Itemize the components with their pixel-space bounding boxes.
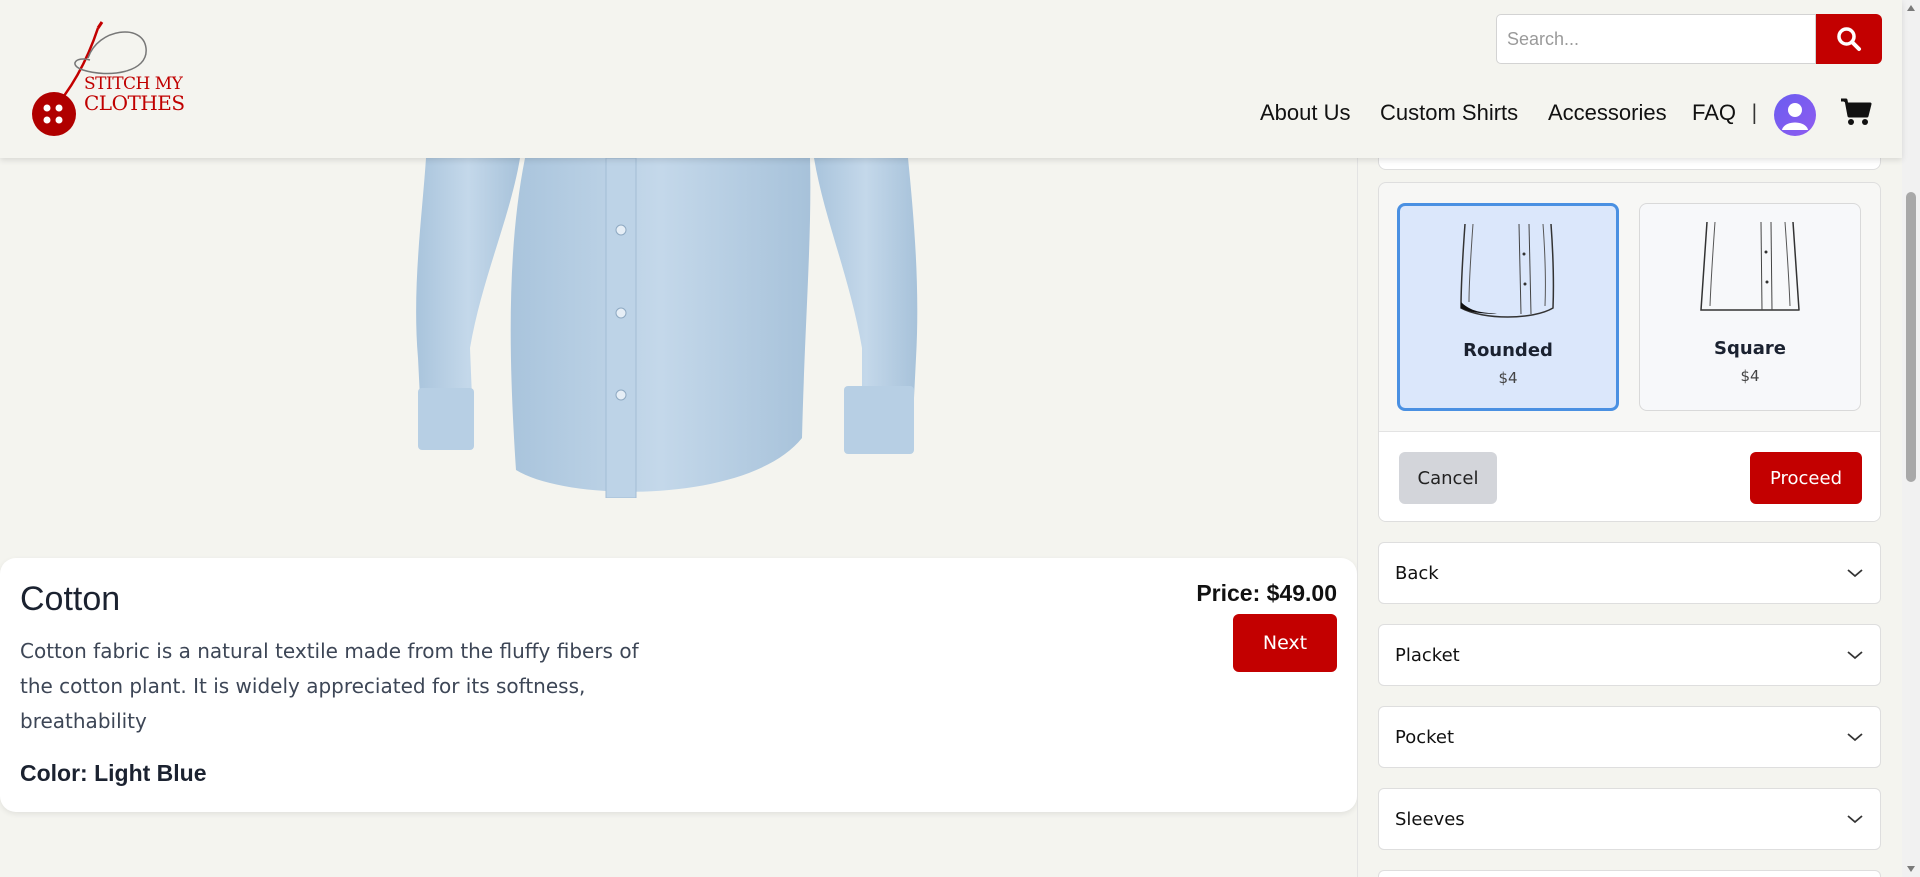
nav-custom-shirts[interactable]: Custom Shirts [1380,100,1518,126]
option-actions: Cancel Proceed [1379,431,1880,521]
accordion-label: Sleeves [1395,808,1465,830]
chevron-down-icon [1847,733,1863,742]
option-label: Rounded [1463,340,1553,361]
option-price: $4 [1498,369,1518,387]
search-input[interactable] [1496,14,1816,64]
square-hem-icon [1700,221,1800,311]
product-title: Cotton [20,580,121,618]
nav-separator: | [1751,100,1758,124]
option-price: $4 [1740,367,1760,385]
scroll-up-arrow-icon[interactable] [1907,5,1915,11]
chevron-down-icon [1847,569,1863,578]
nav-accessories[interactable]: Accessories [1548,100,1667,126]
accordion-label: Pocket [1395,726,1455,748]
accordion-pocket[interactable]: Pocket [1378,706,1881,768]
accordion-back[interactable]: Back [1378,542,1881,604]
product-price: Price: $49.00 [1196,580,1337,606]
cancel-button[interactable]: Cancel [1399,452,1497,504]
accordion-placket[interactable]: Placket [1378,624,1881,686]
product-description: Cotton fabric is a natural textile made … [20,639,639,733]
cart-icon [1841,98,1872,125]
scrollbar-thumb[interactable] [1906,192,1916,482]
scroll-down-arrow-icon[interactable] [1907,866,1915,872]
accordion-next-partial[interactable] [1378,870,1881,877]
page-scrollbar[interactable] [1902,0,1920,877]
product-card: Cotton Cotton fabric is a natural textil… [0,558,1357,812]
accordion-label: Placket [1395,644,1460,666]
shirt-preview-image [400,157,940,499]
option-square[interactable]: Square $4 [1639,203,1861,411]
logo-wordmark: STITCH MY CLOTHES [84,76,185,115]
chevron-down-icon [1847,815,1863,824]
search-icon [1837,27,1861,51]
accordion-sleeves[interactable]: Sleeves [1378,788,1881,850]
chevron-down-icon [1847,651,1863,660]
next-button[interactable]: Next [1233,614,1337,672]
user-avatar-button[interactable] [1774,94,1816,136]
search-button[interactable] [1816,14,1882,64]
user-avatar-icon [1782,103,1808,130]
nav-about-us[interactable]: About Us [1260,100,1351,126]
option-rounded[interactable]: Rounded $4 [1397,203,1619,411]
cart-button[interactable] [1840,97,1872,131]
stitch-my-clothes-logo[interactable]: STITCH MY CLOTHES [28,18,185,140]
proceed-button[interactable]: Proceed [1750,452,1862,504]
bottom-style-options: Rounded $4 Square $4 Cancel Proceed [1378,182,1881,522]
accordion-label: Back [1395,562,1439,584]
product-color: Color: Light Blue [20,760,207,786]
option-label: Square [1714,338,1786,359]
rounded-hem-icon [1460,223,1555,318]
nav-faq[interactable]: FAQ [1692,100,1736,126]
site-header: STITCH MY CLOTHES About Us Custom Shirts… [0,0,1902,158]
logo-line-2: CLOTHES [84,91,185,115]
